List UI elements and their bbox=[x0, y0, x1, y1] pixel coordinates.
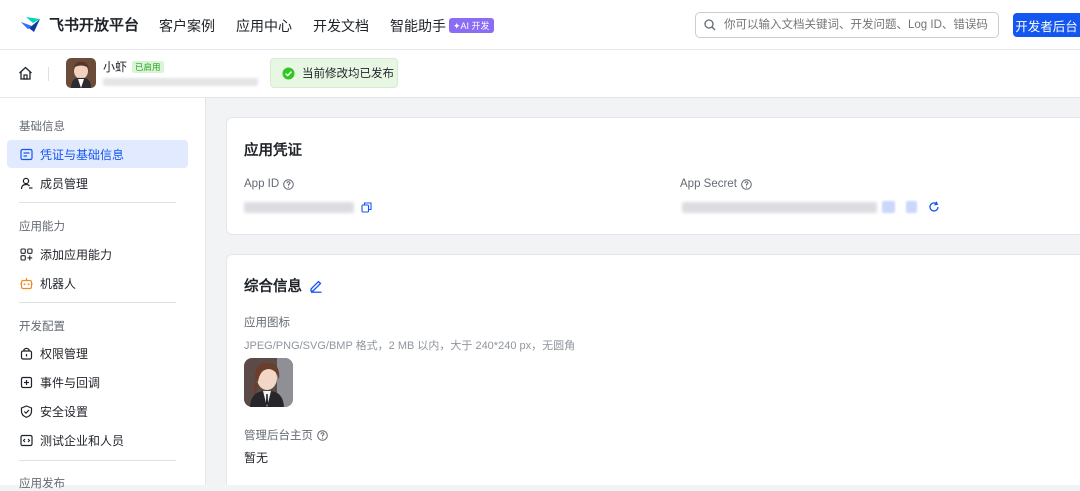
search-icon bbox=[704, 19, 716, 31]
refresh-icon[interactable] bbox=[928, 201, 940, 213]
secret-copy-icon[interactable] bbox=[906, 201, 917, 213]
credential-icon bbox=[20, 148, 33, 160]
general-info-title: 综合信息 bbox=[244, 279, 302, 295]
app-id-label: App ID bbox=[244, 178, 294, 190]
sidebar-item-label: 权限管理 bbox=[40, 346, 89, 361]
sidebar-item-label: 成员管理 bbox=[40, 176, 89, 191]
app-icon-hint: JPEG/PNG/SVG/BMP 格式，2 MB 以内，大于 240*240 p… bbox=[244, 340, 576, 352]
sidebar-item-label: 测试企业和人员 bbox=[40, 433, 125, 448]
sidebar-item-members[interactable]: 成员管理 bbox=[7, 169, 188, 197]
sidebar-item-label: 机器人 bbox=[40, 276, 77, 291]
copy-icon[interactable] bbox=[361, 202, 372, 213]
credentials-title: 应用凭证 bbox=[244, 143, 302, 159]
sidebar-section-basic: 基础信息 bbox=[19, 121, 65, 133]
admin-homepage-label: 管理后台主页 bbox=[244, 427, 328, 443]
grid-plus-icon bbox=[20, 247, 33, 261]
sidebar-item-add-capability[interactable]: 添加应用能力 bbox=[7, 240, 188, 268]
developer-console-button[interactable]: 开发者后台 bbox=[1013, 13, 1080, 37]
secret-visibility-icon[interactable] bbox=[882, 201, 895, 213]
app-secret-label-text: App Secret bbox=[680, 178, 737, 190]
status-badge: 已启用 bbox=[132, 61, 164, 73]
event-icon bbox=[20, 376, 33, 388]
sidebar-section-publish: 应用发布 bbox=[19, 478, 65, 490]
app-name-text: 小虾 bbox=[103, 60, 128, 74]
redacted-app-description bbox=[103, 78, 258, 86]
edit-icon[interactable] bbox=[309, 279, 323, 293]
feishu-logo-icon bbox=[21, 16, 40, 32]
ai-badge: ✦AI 开发 bbox=[449, 18, 494, 33]
toast-text: 当前修改均已发布 bbox=[302, 68, 394, 80]
nav-dev-docs[interactable]: 开发文档 bbox=[313, 16, 369, 36]
member-icon bbox=[20, 177, 33, 189]
help-icon[interactable] bbox=[317, 429, 328, 441]
redacted-app-secret bbox=[682, 202, 877, 213]
credentials-card: 应用凭证 App ID App Secret bbox=[226, 117, 1080, 235]
app-secret-label: App Secret bbox=[680, 178, 752, 190]
app-icon-image[interactable] bbox=[244, 358, 293, 407]
divider bbox=[19, 460, 176, 461]
code-icon bbox=[20, 434, 33, 446]
publish-status-toast: 当前修改均已发布 bbox=[270, 58, 398, 88]
admin-homepage-label-text: 管理后台主页 bbox=[244, 430, 313, 442]
admin-homepage-value: 暂无 bbox=[244, 451, 269, 465]
sidebar-item-permissions[interactable]: 权限管理 bbox=[7, 339, 188, 367]
app-header-bar: 小虾 已启用 当前修改均已发布 bbox=[0, 50, 1080, 98]
lock-icon bbox=[20, 347, 33, 360]
shield-icon bbox=[20, 404, 33, 418]
sidebar-item-credentials[interactable]: 凭证与基础信息 bbox=[7, 140, 188, 168]
sidebar-item-robot[interactable]: 机器人 bbox=[7, 269, 188, 297]
robot-icon bbox=[20, 277, 33, 289]
search-input[interactable] bbox=[722, 18, 996, 32]
app-icon-label: 应用图标 bbox=[244, 317, 290, 329]
brand-name: 飞书开放平台 bbox=[49, 17, 140, 34]
success-check-icon bbox=[282, 67, 295, 79]
sidebar-section-capabilities: 应用能力 bbox=[19, 221, 65, 233]
search-box[interactable] bbox=[695, 12, 999, 38]
divider bbox=[19, 202, 176, 203]
redacted-app-id bbox=[244, 202, 354, 213]
sidebar-item-label: 凭证与基础信息 bbox=[40, 147, 125, 162]
nav-app-center[interactable]: 应用中心 bbox=[236, 16, 292, 36]
top-navigation-bar: 飞书开放平台 客户案例 应用中心 开发文档 智能助手✦AI 开发 开发者后台 bbox=[0, 0, 1080, 50]
sidebar-item-label: 添加应用能力 bbox=[40, 247, 113, 262]
nav-smart-assistant[interactable]: 智能助手 ✦AI 开发 bbox=[390, 16, 494, 36]
sidebar-item-events[interactable]: 事件与回调 bbox=[7, 368, 188, 396]
home-icon[interactable] bbox=[18, 66, 33, 80]
sidebar-item-label: 事件与回调 bbox=[40, 375, 101, 390]
main-nav: 客户案例 应用中心 开发文档 智能助手 ✦AI 开发 bbox=[159, 16, 494, 36]
nav-smart-assistant-label: 智能助手 bbox=[390, 18, 446, 34]
sidebar: 基础信息 凭证与基础信息 成员管理 应用能力 添加应用能力 机器人 开发配置 权… bbox=[0, 98, 206, 490]
sidebar-item-security[interactable]: 安全设置 bbox=[7, 397, 188, 425]
help-icon[interactable] bbox=[741, 178, 752, 190]
divider bbox=[19, 302, 176, 303]
app-avatar bbox=[66, 58, 96, 88]
sidebar-section-dev-config: 开发配置 bbox=[19, 321, 65, 333]
brand-logo[interactable]: 飞书开放平台 bbox=[20, 14, 139, 35]
app-name: 小虾 已启用 bbox=[103, 58, 164, 75]
divider bbox=[48, 67, 49, 81]
sidebar-item-label: 安全设置 bbox=[40, 404, 89, 419]
sidebar-item-test-tenant[interactable]: 测试企业和人员 bbox=[7, 426, 188, 454]
help-icon[interactable] bbox=[283, 178, 294, 190]
general-info-card: 综合信息 应用图标 JPEG/PNG/SVG/BMP 格式，2 MB 以内，大于… bbox=[226, 254, 1080, 485]
nav-customer-cases[interactable]: 客户案例 bbox=[159, 16, 215, 36]
app-id-label-text: App ID bbox=[244, 178, 280, 190]
general-info-header: 综合信息 bbox=[244, 275, 323, 296]
